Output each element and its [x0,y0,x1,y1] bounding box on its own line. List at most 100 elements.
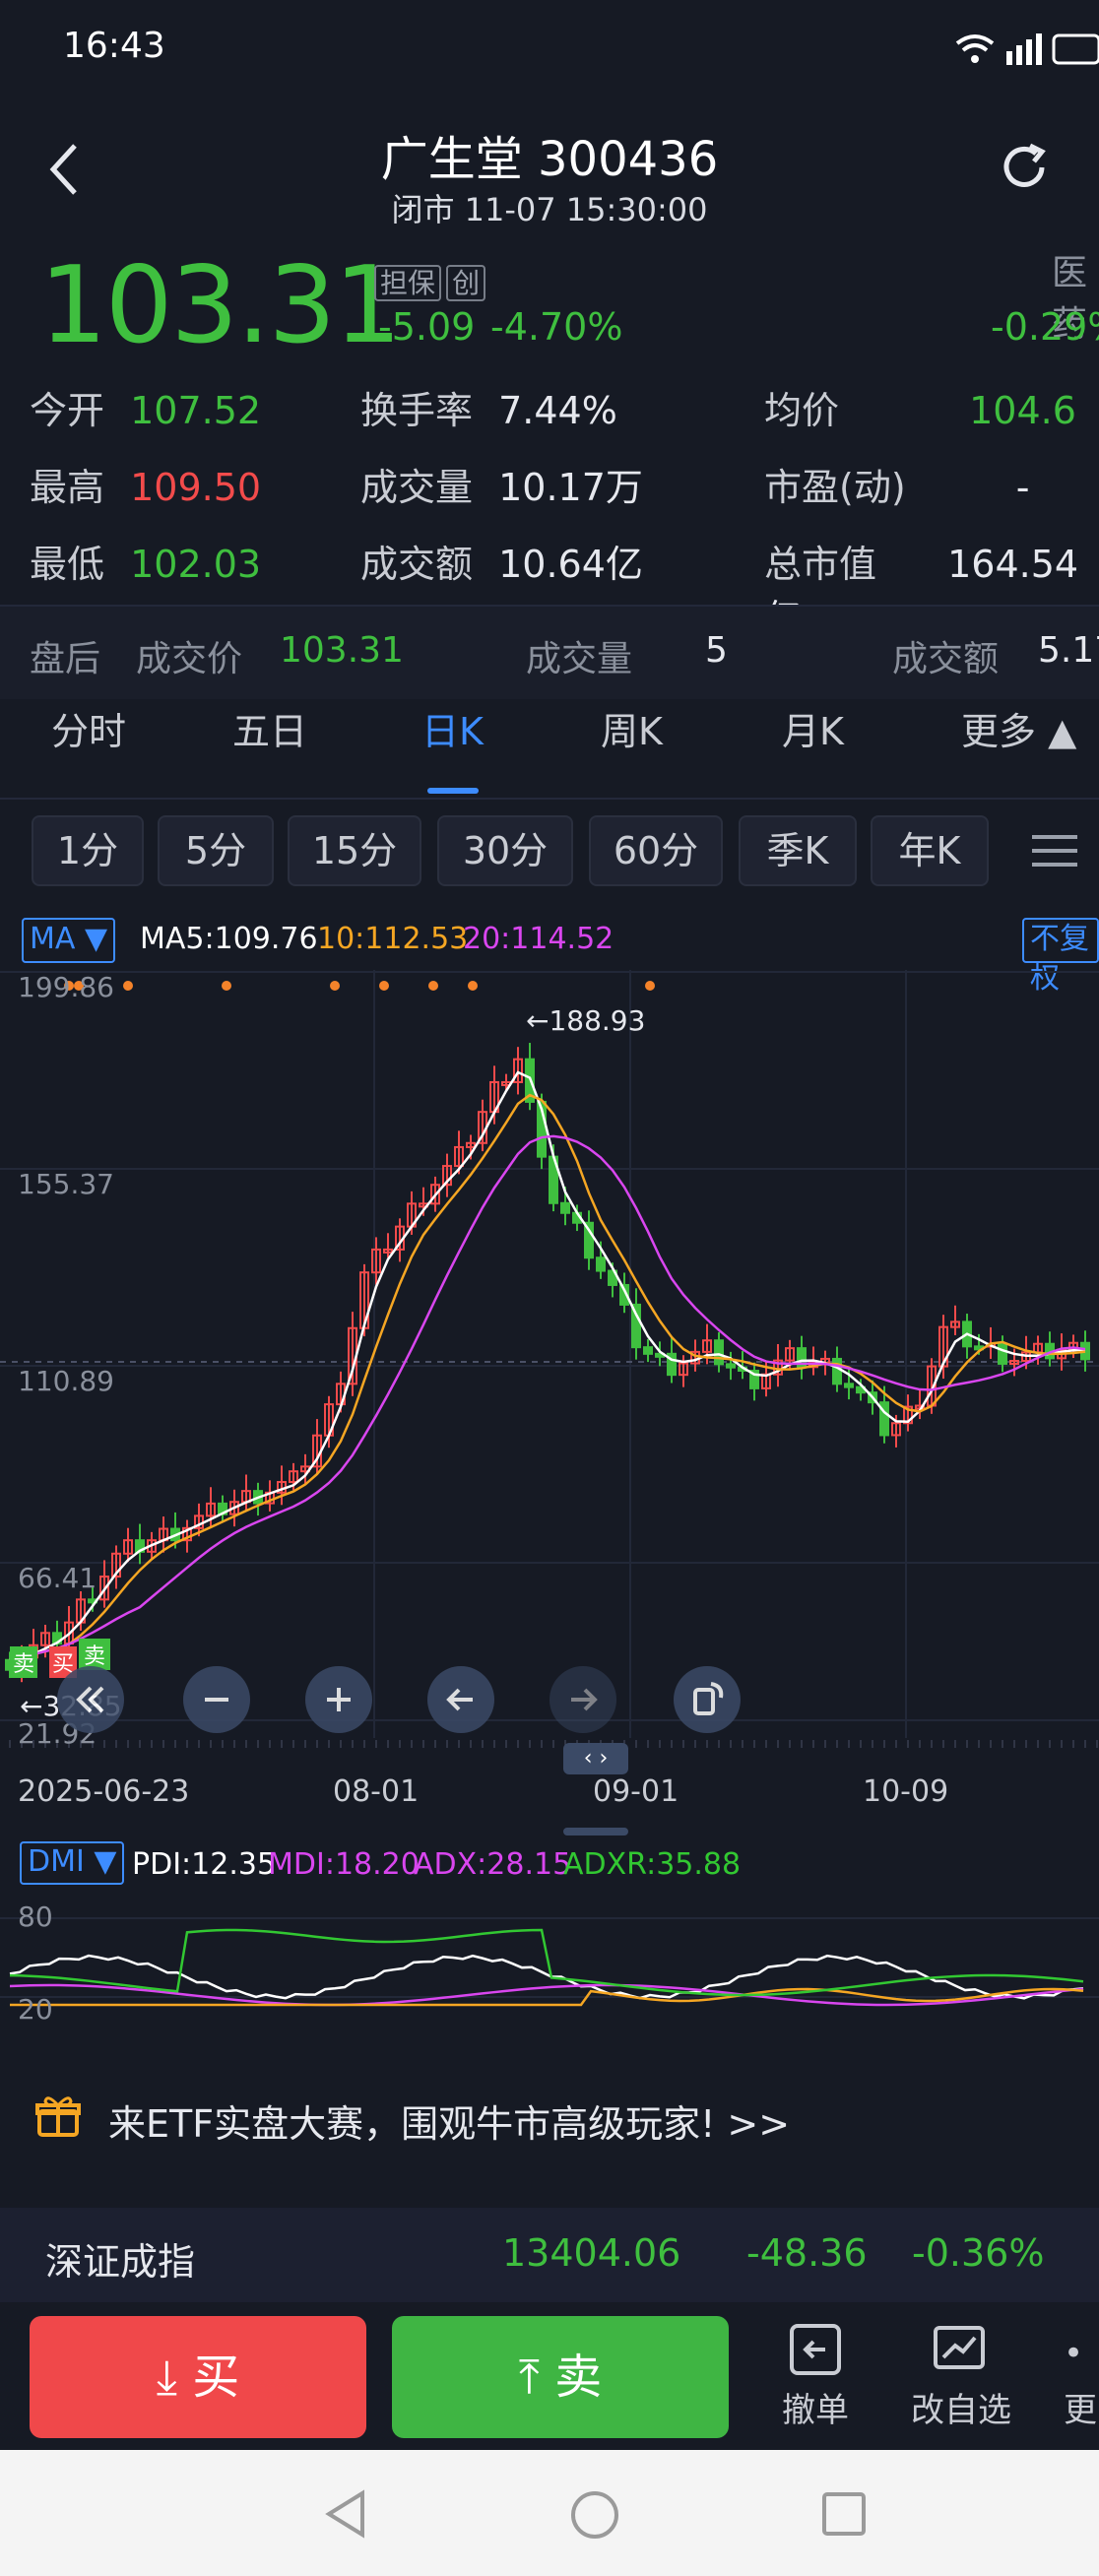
low-label: 最低 [30,543,105,586]
pan-left-button[interactable] [427,1666,494,1733]
adjust-selector[interactable]: 不复权 [1022,918,1099,996]
margin-tag: 担保 [374,265,442,301]
date-axis-label: 09-01 [593,1774,679,1809]
ma5-value: MA5:109.76 [140,922,318,956]
dmi-chart[interactable] [0,1887,1099,2054]
refresh-icon[interactable] [995,138,1054,197]
ma20-value: 20:114.52 [463,922,614,956]
amount-value: 10.64亿 [498,543,643,586]
arrow-right-icon [571,1688,598,1711]
nav-recents-icon[interactable] [821,2491,867,2537]
volume-value: 10.17万 [498,466,643,509]
more-actions-label: 更多 [1064,2391,1099,2430]
index-change: -48.36 [746,2231,868,2275]
tab-weekly-k[interactable]: 周K [601,701,663,755]
price-axis-label: 110.89 [18,1365,114,1397]
scroll-handle-icon[interactable]: ‹ › [563,1743,628,1774]
buy-button[interactable]: ⤓ 买 [30,2316,366,2438]
nav-home-icon[interactable] [569,2489,620,2541]
plus-icon [327,1688,351,1711]
after-hours-label: 盘后 [30,639,101,679]
zoom-in-button[interactable] [305,1666,372,1733]
gift-icon [35,2096,81,2137]
price-axis-label: 66.41 [18,1562,97,1594]
date-axis-label: 08-01 [333,1774,420,1809]
period-year[interactable]: 年K [871,815,989,886]
candle [312,1419,322,1475]
rotate-button[interactable] [674,1666,741,1733]
avg-label: 均价 [764,389,840,432]
amount-label: 成交额 [360,543,474,586]
arrow-left-icon [446,1688,473,1711]
pe-label: 市盈(动) [764,466,906,509]
candle [478,1099,487,1152]
tab-more[interactable]: 更多 ▲ [961,701,1076,755]
period-quarter[interactable]: 季K [739,815,857,886]
candle [726,1351,736,1381]
current-price: 103.31 [39,244,402,367]
candle [584,1210,594,1270]
sell-flag: 卖 [10,1646,37,1678]
period-60min[interactable]: 60分 [589,815,723,886]
quote-row: 均价 104.6 [764,380,1076,434]
kline-chart[interactable] [0,970,1099,1768]
edit-watchlist-label: 改自选 [911,2391,1011,2430]
after-price-label: 成交价 [136,639,243,679]
event-marker [330,981,340,991]
period-30min[interactable]: 30分 [437,815,573,886]
edit-watchlist-icon [934,2326,985,2369]
price-change-pct: -4.70% [490,305,623,349]
turnover-label: 换手率 [360,389,474,432]
edit-watchlist-button[interactable]: 改自选 [902,2320,1020,2438]
market-status: 闭市 11-07 15:30:00 [391,191,708,228]
candle [111,1545,121,1589]
quote-row: 最低 102.03 [30,534,261,588]
event-marker [468,981,478,991]
pan-right-button[interactable] [550,1666,616,1733]
tab-timeshare[interactable]: 分时 [51,701,126,755]
ma-selector[interactable]: MA ▼ [22,918,116,963]
index-bar[interactable]: 深证成指 13404.06 -48.36 -0.36% [0,2208,1099,2302]
more-dots-icon: • [1064,2334,1084,2373]
quote-row: 今开 107.52 [30,380,261,434]
dmi-selector[interactable]: DMI ▼ [20,1841,125,1885]
sell-button[interactable]: ⤒ 卖 [392,2316,729,2438]
dmi-axis-label: 20 [18,1993,53,2026]
tab-5day[interactable]: 五日 [232,701,307,755]
period-5min[interactable]: 5分 [158,815,274,886]
candle [797,1335,807,1380]
period-15min[interactable]: 15分 [288,815,421,886]
buy-text: 买 [192,2350,240,2405]
menu-icon[interactable] [1032,833,1081,869]
event-marker [379,981,389,991]
after-vol-label: 成交量 [526,639,633,679]
quote-row: 成交额 10.64亿 [360,534,643,588]
period-1min[interactable]: 1分 [32,815,144,886]
quote-row: 换手率 7.44% [360,380,617,434]
index-name: 深证成指 [45,2240,196,2284]
cancel-order-button[interactable]: 撤单 [766,2320,865,2438]
system-nav-bar [0,2450,1099,2576]
candle [950,1305,960,1335]
minus-icon [205,1698,228,1702]
promo-banner[interactable]: 来ETF实盘大赛，围观牛市高级玩家! >> [0,2064,1099,2174]
candle [679,1355,688,1387]
pdi-value: PDI:12.35 [132,1847,277,1882]
tab-monthly-k[interactable]: 月K [782,701,844,755]
zoom-out-button[interactable] [183,1666,250,1733]
more-actions-button[interactable]: • 更多 [1064,2320,1099,2438]
panel-resize-handle[interactable] [563,1828,628,1835]
adxr-value: ADXR:35.88 [563,1847,742,1882]
candle [749,1362,759,1401]
nav-back-icon[interactable] [323,2489,368,2539]
buy-label: ⤓ 买 [30,2316,366,2438]
peak-price-label: ←188.93 [526,1004,646,1037]
rotate-icon [693,1682,724,1715]
stock-header: 广生堂 300436 闭市 11-07 15:30:00 [0,108,1099,228]
rewind-button[interactable] [57,1666,124,1733]
candle [265,1480,275,1512]
candle [348,1312,357,1396]
high-value: 109.50 [130,466,262,509]
after-vol-value: 5 [705,630,728,671]
tab-daily-k[interactable]: 日K [421,701,484,755]
